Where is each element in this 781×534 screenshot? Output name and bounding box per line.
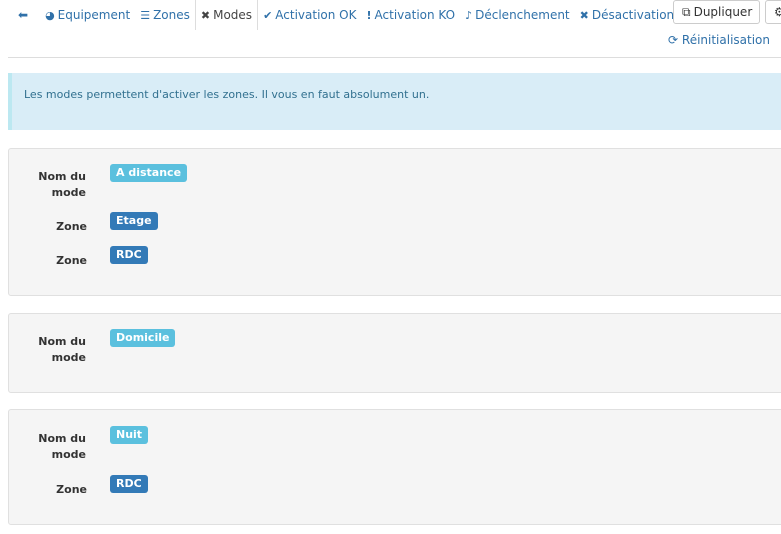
- list-icon: ☰: [140, 8, 151, 22]
- exclamation-icon: !: [366, 8, 372, 22]
- tab-activation-ko[interactable]: ! Activation KO: [362, 0, 461, 30]
- refresh-icon: ⟳: [668, 33, 679, 47]
- mode-card: Nom du mode A distance Zone Etage Zone R…: [8, 148, 781, 296]
- mode-tabs: ⬅ ◕ Equipement ☰ Zones ✖ Modes ✔ Activation …: [0, 0, 700, 30]
- tab-activation-ok[interactable]: ✔ Activation OK: [258, 0, 361, 30]
- arrow-left-circle-icon: ⬅: [18, 8, 29, 22]
- settings-button[interactable]: ⚙: [765, 0, 781, 24]
- back-link[interactable]: ⬅: [0, 0, 40, 30]
- zone-badge: RDC: [110, 475, 148, 493]
- reinit-link[interactable]: ⟳ Réinitialisation: [668, 33, 770, 47]
- times-icon: ✖: [579, 8, 589, 22]
- info-alert: Les modes permettent d'activer les zones…: [8, 73, 781, 130]
- zone-label: Zone: [56, 220, 87, 233]
- tab-equipement[interactable]: ◕ Equipement: [40, 0, 135, 30]
- duplicate-button[interactable]: ⧉ Dupliquer: [673, 0, 760, 24]
- zone-badge: Etage: [110, 212, 158, 230]
- tab-declenchement[interactable]: ♪ Déclenchement: [460, 0, 575, 30]
- check-icon: ✔: [263, 8, 273, 22]
- bell-icon: ♪: [465, 8, 473, 22]
- copy-icon: ⧉: [682, 4, 691, 19]
- mode-card: Nom du mode Domicile: [8, 313, 781, 393]
- modes-icon: ✖: [200, 8, 211, 22]
- mode-badge: Nuit: [110, 426, 149, 444]
- zone-label: Zone: [56, 483, 87, 496]
- gear-icon: ⚙: [774, 5, 781, 19]
- tab-zones[interactable]: ☰ Zones: [135, 0, 195, 30]
- mode-card: Nom du mode Nuit Zone RDC: [8, 409, 781, 525]
- tab-modes[interactable]: ✖ Modes: [194, 0, 259, 30]
- divider: [8, 57, 781, 58]
- mode-badge: A distance: [110, 164, 188, 182]
- mode-name-label: Nom du mode: [38, 335, 86, 364]
- mode-name-label: Nom du mode: [38, 432, 86, 461]
- zone-badge: RDC: [110, 246, 148, 264]
- mode-name-label: Nom du mode: [38, 170, 86, 199]
- mode-badge: Domicile: [110, 329, 176, 347]
- dashboard-icon: ◕: [45, 8, 55, 22]
- zone-label: Zone: [56, 254, 87, 267]
